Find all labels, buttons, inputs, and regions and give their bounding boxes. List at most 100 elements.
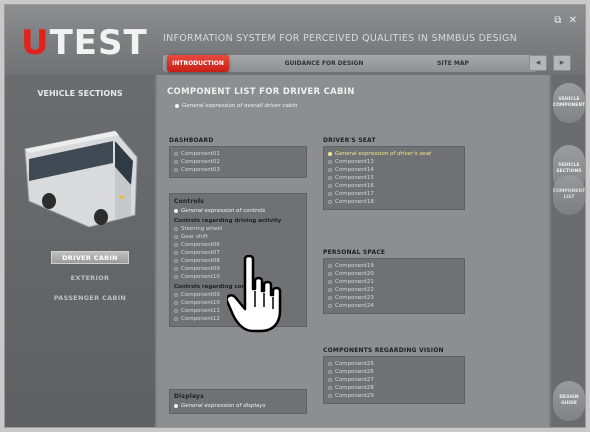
tab-introduction[interactable]: INTRODUCTION <box>167 55 229 72</box>
item-label: Component13 <box>335 159 374 165</box>
item-label: Component14 <box>335 167 374 173</box>
bullet-icon <box>174 208 178 213</box>
close-icon[interactable]: ✕ <box>569 15 577 26</box>
list-item[interactable]: General expression of displays <box>174 402 302 410</box>
forward-button[interactable]: ▸ <box>553 55 571 71</box>
bullet-icon <box>174 274 178 279</box>
app-window: UTEST INFORMATION SYSTEM FOR PERCEIVED Q… <box>4 4 586 428</box>
component-list-panel: COMPONENT LIST FOR DRIVER CABIN General … <box>157 75 549 427</box>
bullet-icon <box>328 287 332 292</box>
rail-design-guide-button[interactable]: DESIGN GUIDE <box>553 381 585 421</box>
group-vision: COMPONENTS REGARDING VISION Component25 … <box>323 347 465 404</box>
bullet-icon <box>328 303 332 308</box>
tab-guidance-for-design[interactable]: GUIDANCE FOR DESIGN <box>269 55 379 72</box>
item-label: Component15 <box>335 175 374 181</box>
item-label: Component07 <box>181 250 220 256</box>
group-box: General expression of driver's seat Comp… <box>323 146 465 210</box>
item-label: Component10 <box>181 300 220 306</box>
bullet-icon <box>174 258 178 263</box>
item-label: Component02 <box>181 159 220 165</box>
list-item[interactable]: Component03 <box>174 166 302 174</box>
bullet-icon <box>328 271 332 276</box>
bullet-icon <box>174 266 178 271</box>
hand-pointer-icon <box>227 255 282 333</box>
bullet-icon <box>174 226 178 231</box>
general-expression-link[interactable]: General expression of overall driver cab… <box>175 102 297 110</box>
nav-driver-cabin[interactable]: DRIVER CABIN <box>51 251 129 264</box>
list-item[interactable]: Component25 <box>328 360 460 368</box>
item-label: Component01 <box>181 151 220 157</box>
list-item[interactable]: Component15 <box>328 174 460 182</box>
list-item[interactable]: Component02 <box>174 158 302 166</box>
list-item[interactable]: Component26 <box>328 368 460 376</box>
bullet-icon <box>328 369 332 374</box>
list-item[interactable]: Steering wheel <box>174 225 302 233</box>
bus-image <box>24 130 138 228</box>
group-personal-space: PERSONAL SPACE Component19 Component20 C… <box>323 249 465 314</box>
bullet-icon <box>174 159 178 164</box>
bullet-icon <box>328 159 332 164</box>
list-item[interactable]: Component28 <box>328 384 460 392</box>
logo: UTEST <box>21 23 148 63</box>
group-box: Component19 Component20 Component21 Comp… <box>323 258 465 314</box>
group-dashboard: DASHBOARD Component01 Component02 Compon… <box>169 137 307 178</box>
group-title: Displays <box>174 393 204 400</box>
list-item[interactable]: General expression of driver's seat <box>328 150 460 158</box>
bullet-icon <box>174 403 178 408</box>
group-drivers-seat: DRIVER'S SEAT General expression of driv… <box>323 137 465 210</box>
list-item[interactable]: Component01 <box>174 150 302 158</box>
item-label: Component08 <box>181 258 220 264</box>
list-item[interactable]: Component19 <box>328 262 460 270</box>
vehicle-sections-panel: VEHICLE SECTIONS DRIVER CABIN EXTERIOR P… <box>5 75 155 427</box>
item-label: General expression of driver's seat <box>335 151 432 157</box>
bullet-icon <box>328 151 332 156</box>
list-item[interactable]: Component24 <box>328 302 460 310</box>
list-item[interactable]: Component17 <box>328 190 460 198</box>
nav-exterior[interactable]: EXTERIOR <box>51 271 129 284</box>
list-item[interactable]: Component20 <box>328 270 460 278</box>
bullet-icon <box>328 279 332 284</box>
item-label: Component29 <box>335 393 374 399</box>
list-item[interactable]: Component29 <box>328 392 460 400</box>
group-title: COMPONENTS REGARDING VISION <box>323 347 444 354</box>
list-item[interactable]: Component18 <box>328 198 460 206</box>
bullet-icon <box>174 234 178 239</box>
bullet-icon <box>328 393 332 398</box>
list-item[interactable]: Component23 <box>328 294 460 302</box>
bullet-icon <box>174 308 178 313</box>
list-item[interactable]: Component22 <box>328 286 460 294</box>
group-title: Controls <box>174 198 204 205</box>
item-label: Component22 <box>335 287 374 293</box>
list-item[interactable]: Component16 <box>328 182 460 190</box>
group-displays: Displays General expression of displays <box>169 389 307 414</box>
list-item[interactable]: Component21 <box>328 278 460 286</box>
bullet-icon <box>328 199 332 204</box>
bullet-icon <box>174 151 178 156</box>
list-item[interactable]: General expression of controls <box>174 207 302 215</box>
list-item[interactable]: Component27 <box>328 376 460 384</box>
item-label: Component19 <box>335 263 374 269</box>
rail-vehicle-component-button[interactable]: VEHICLE COMPONENT <box>553 83 585 123</box>
item-label: Component26 <box>335 369 374 375</box>
header: UTEST INFORMATION SYSTEM FOR PERCEIVED Q… <box>5 5 585 75</box>
item-label: Component09 <box>181 266 220 272</box>
list-item[interactable]: Component13 <box>328 158 460 166</box>
item-label: Component03 <box>181 167 220 173</box>
back-button[interactable]: ◂ <box>529 55 547 71</box>
group-title: DRIVER'S SEAT <box>323 137 376 144</box>
item-label: Component20 <box>335 271 374 277</box>
tab-site-map[interactable]: SITE MAP <box>413 55 493 72</box>
rail-component-list-button[interactable]: COMPONENT LIST <box>553 175 585 215</box>
list-item[interactable]: Component14 <box>328 166 460 174</box>
item-label: Component12 <box>181 316 220 322</box>
group-title: PERSONAL SPACE <box>323 249 386 256</box>
restore-icon[interactable]: ⧉ <box>554 15 561 26</box>
bullet-icon <box>328 377 332 382</box>
list-item[interactable]: Component06 <box>174 241 302 249</box>
list-item[interactable]: Gear shift <box>174 233 302 241</box>
bullet-icon <box>328 385 332 390</box>
item-label: Component06 <box>181 242 220 248</box>
bullet-icon <box>328 295 332 300</box>
item-label: Component09 <box>181 292 220 298</box>
nav-passenger-cabin[interactable]: PASSENGER CABIN <box>51 291 129 304</box>
